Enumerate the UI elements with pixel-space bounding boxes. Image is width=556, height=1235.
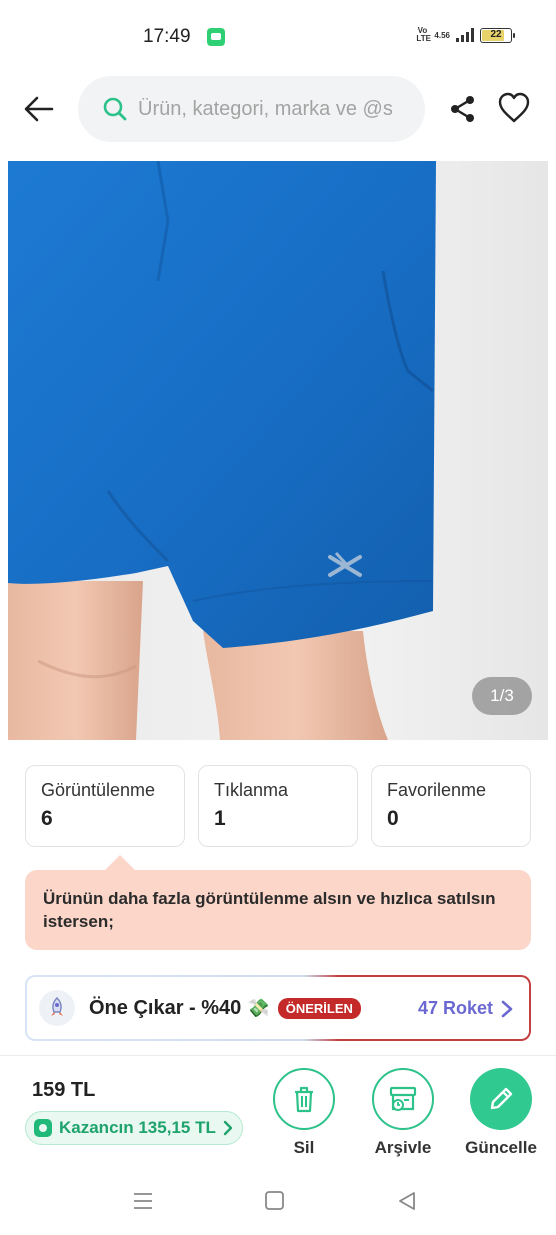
signal-icon [456,28,474,42]
pencil-icon [490,1087,513,1110]
product-image[interactable]: 1/3 [8,161,548,740]
menu-lines-icon [134,1193,152,1209]
image-counter: 1/3 [472,677,532,715]
stat-value: 6 [41,807,53,830]
network-speed: 4.56 [434,30,450,40]
info-banner: Ürünün daha fazla görüntülenme alsın ve … [25,870,531,950]
archive-circle [372,1068,434,1130]
earning-text: Kazancın 135,15 TL [59,1118,216,1137]
search-icon [103,97,127,121]
heart-icon [498,92,530,123]
stat-card-favorites: Favorilenme 0 [371,765,531,847]
promo-title: Öne Çıkar - %40 [89,996,242,1019]
chevron-right-icon [223,1120,233,1136]
banner-pointer [104,855,136,871]
volte-indicator: Vo LTE [416,26,431,43]
back-button[interactable] [22,94,56,124]
recents-button[interactable] [131,1190,155,1212]
product-photo [8,161,436,740]
back-arrow-icon [24,96,54,122]
rocket-icon [39,990,75,1026]
money-wings-icon: 💸 [247,997,270,1018]
status-time: 17:49 [143,26,191,47]
roket-cost: 47 Roket [417,997,493,1018]
battery-level: 22 [490,28,502,40]
wallet-icon [34,1119,52,1137]
square-icon [265,1191,284,1210]
top-header [0,56,556,161]
price: 159 TL [32,1079,96,1101]
stat-card-views: Görüntülenme 6 [25,765,185,847]
back-nav-button[interactable] [396,1190,420,1212]
stat-label: Favorilenme [387,780,487,800]
stat-label: Tıklanma [214,780,289,800]
favorite-button[interactable] [497,92,531,124]
stat-label: Görüntülenme [41,780,156,800]
stat-value: 1 [214,807,226,830]
battery-icon: 22 [480,27,515,43]
stat-card-clicks: Tıklanma 1 [198,765,358,847]
bottom-divider [0,1055,556,1056]
update-circle [470,1068,532,1130]
archive-label: Arşivle [374,1138,432,1157]
share-icon [451,96,474,122]
promote-option[interactable]: Öne Çıkar - %40 💸 ÖNERİLEN 47 Roket [25,975,531,1041]
share-button[interactable] [448,94,478,124]
search-input[interactable] [138,97,403,121]
trash-icon [295,1086,313,1113]
earning-pill[interactable]: Kazancın 135,15 TL [25,1111,243,1145]
archive-icon [389,1086,417,1111]
update-label: Güncelle [465,1138,537,1157]
stats-row: Görüntülenme 6 Tıklanma 1 Favorilenme 0 [25,765,531,847]
delete-label: Sil [293,1138,315,1157]
delete-circle [273,1068,335,1130]
recommended-badge: ÖNERİLEN [277,997,361,1019]
stat-value: 0 [387,807,399,830]
triangle-back-icon [399,1192,415,1210]
update-button[interactable]: Güncelle [451,1068,551,1158]
system-nav-bar [0,1170,556,1235]
chat-notification-icon [207,28,225,46]
home-button[interactable] [263,1190,287,1212]
archive-button[interactable]: Arşivle [353,1068,453,1158]
chevron-right-icon [501,1000,513,1018]
search-bar[interactable] [78,76,425,142]
status-bar: 17:49 Vo LTE 4.56 22 [0,0,556,56]
status-indicators: Vo LTE 4.56 22 [416,26,515,43]
delete-button[interactable]: Sil [254,1068,354,1158]
